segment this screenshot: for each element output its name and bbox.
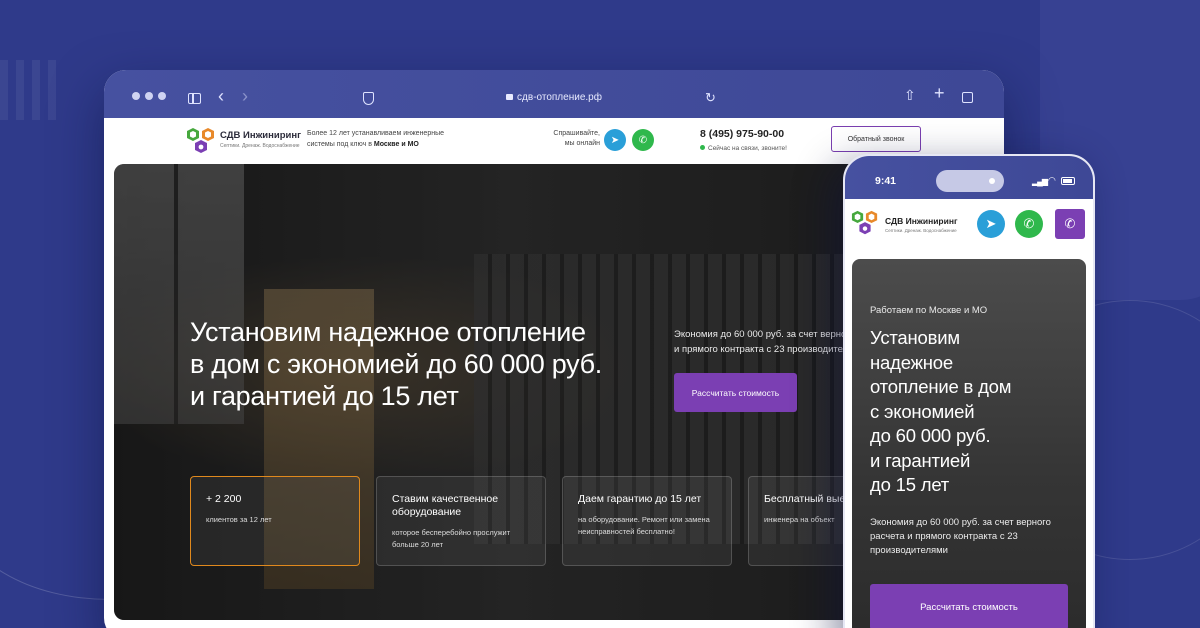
logo-icon[interactable]	[186, 126, 216, 156]
hero-subtitle-line: и прямого контракта с 23 производителями	[674, 344, 866, 355]
lock-icon	[506, 94, 514, 100]
telegram-button[interactable]: ➤	[604, 129, 626, 151]
wifi-icon: ◠	[1048, 175, 1056, 185]
mobile-title-line: с экономией	[870, 400, 975, 422]
mobile-title-line: до 15 лет	[870, 474, 950, 495]
feature-title: Ставим качественное оборудование	[392, 493, 499, 518]
brand-name: СДВ Инжиниринг	[220, 130, 302, 141]
phone-call-icon: ✆	[1064, 216, 1076, 231]
browser-toolbar: ‹ › сдв-отопление.рф ↻ ⇧ +	[104, 70, 1004, 118]
telegram-button[interactable]: ➤	[977, 210, 1005, 238]
url-text: сдв-отопление.рф	[517, 92, 602, 103]
mobile-hero-subtitle: Экономия до 60 000 руб. за счет верного …	[870, 516, 1051, 556]
brand-subtitle: Септики. Дренаж. Водоснабжение	[885, 228, 957, 233]
tabs-overview-icon[interactable]	[962, 92, 973, 103]
whatsapp-button[interactable]: ✆	[1015, 210, 1043, 238]
mobile-calculate-cost-button[interactable]: Рассчитать стоимость	[870, 584, 1068, 628]
status-time: 9:41	[875, 175, 897, 187]
mobile-hero: Работаем по Москве и МО Установим надежн…	[852, 259, 1086, 628]
tagline-region: Москве и МО	[373, 141, 419, 148]
feature-title: + 2 200	[206, 493, 242, 505]
whatsapp-icon: ✆	[1023, 216, 1035, 231]
telegram-icon: ➤	[610, 134, 620, 146]
ask-online-text: Спрашивайте, мы онлайн	[553, 130, 600, 147]
feature-text: на оборудование. Ремонт или замена неисп…	[578, 515, 710, 536]
mobile-title-line: отопление в дом	[870, 376, 1012, 397]
phone-mockup: 9:41 ▂▄▆ ◠ СДВ Инжиниринг Септики. Дрена…	[843, 154, 1095, 628]
hero-title-line: Установим надежное отопление	[190, 317, 586, 347]
telegram-icon: ➤	[985, 216, 997, 231]
brand-name: СДВ Инжиниринг	[885, 216, 958, 226]
mobile-title-line: надежное	[870, 351, 953, 373]
calculate-cost-button[interactable]: Рассчитать стоимость	[674, 373, 797, 412]
mobile-title-line: и гарантией	[870, 449, 971, 471]
whatsapp-button[interactable]: ✆	[632, 129, 654, 151]
dynamic-island	[936, 170, 1004, 192]
feature-title: Даем гарантию до 15 лет	[578, 493, 702, 505]
brand-subtitle: Септики. Дренаж. Водоснабжение	[220, 143, 300, 149]
new-tab-icon[interactable]: +	[934, 84, 945, 102]
hero-title-line: и гарантией до 15 лет	[190, 381, 459, 411]
battery-icon	[1061, 177, 1075, 185]
whatsapp-icon: ✆	[638, 134, 648, 146]
feature-card: + 2 200 клиентов за 12 лет	[190, 476, 360, 566]
reload-icon[interactable]: ↻	[705, 90, 716, 106]
mobile-hero-title: Установим надежное отопление в дом с эко…	[870, 326, 1068, 498]
mobile-title-line: Установим	[870, 327, 960, 348]
call-button[interactable]: ✆	[1055, 209, 1085, 239]
hero-title-line: в дом с экономией до 60 000 руб.	[190, 349, 602, 379]
phone-status-bar: 9:41 ▂▄▆ ◠	[845, 156, 1093, 199]
logo-icon[interactable]	[851, 209, 879, 237]
share-icon[interactable]: ⇧	[904, 87, 916, 103]
header-tagline: Более 12 лет устанавливаем инженерные си…	[307, 128, 457, 150]
mobile-title-line: до 60 000 руб.	[870, 425, 991, 446]
signal-icon: ▂▄▆	[1032, 177, 1048, 186]
callback-button[interactable]: Обратный звонок	[831, 126, 921, 152]
mobile-header: СДВ Инжиниринг Септики. Дренаж. Водоснаб…	[845, 199, 1093, 259]
background-stripes	[0, 60, 60, 120]
feature-text: которое бесперебойно прослужит больше 20…	[392, 528, 511, 549]
mobile-brand: СДВ Инжиниринг Септики. Дренаж. Водоснаб…	[885, 216, 958, 233]
mobile-city: Работаем по Москве и МО	[870, 305, 988, 316]
header-phone[interactable]: 8 (495) 975-90-00	[700, 128, 784, 140]
online-status: Сейчас на связи, звоните!	[700, 145, 787, 152]
feature-text: клиентов за 12 лет	[206, 515, 272, 524]
brand: СДВ Инжиниринг Септики. Дренаж. Водоснаб…	[220, 130, 301, 149]
hero-title: Установим надежное отопление в дом с эко…	[190, 316, 650, 412]
address-bar[interactable]: сдв-отопление.рф	[104, 92, 1004, 103]
feature-card: Даем гарантию до 15 лет на оборудование.…	[562, 476, 732, 566]
feature-card: Ставим качественное оборудование которое…	[376, 476, 546, 566]
